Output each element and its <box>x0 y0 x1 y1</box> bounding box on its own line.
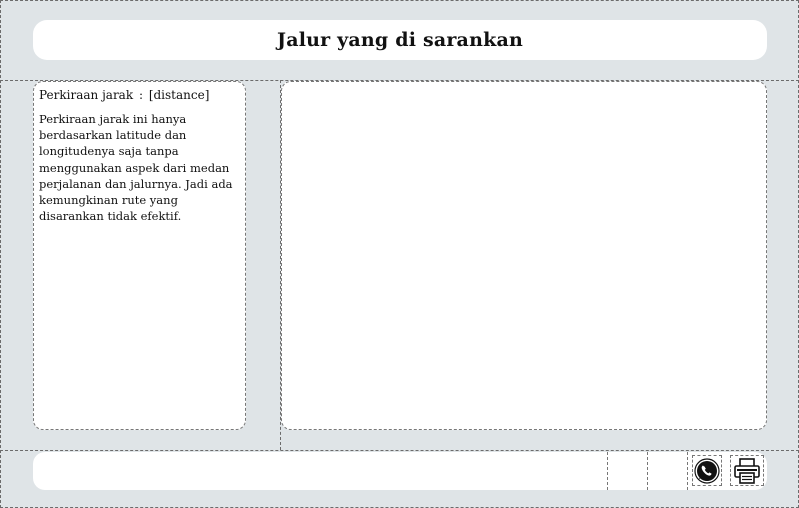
distance-separator: : <box>138 88 143 102</box>
distance-line: Perkiraan jarak : [distance] <box>39 88 209 102</box>
page-title: Jalur yang di sarankan <box>277 29 523 51</box>
footer-bar <box>33 452 767 490</box>
print-button[interactable] <box>730 455 764 486</box>
printer-icon <box>732 457 762 485</box>
distance-disclaimer: Perkiraan jarak ini hanya berdasarkan la… <box>39 112 233 224</box>
whatsapp-icon <box>694 457 720 484</box>
share-whatsapp-button[interactable] <box>692 455 722 486</box>
footer-cell-divider <box>687 452 688 490</box>
page-header: Jalur yang di sarankan <box>33 20 767 60</box>
route-map-panel[interactable] <box>281 81 767 430</box>
distance-label: Perkiraan jarak <box>39 88 134 102</box>
distance-info-panel: Perkiraan jarak : [distance] Perkiraan j… <box>33 81 246 430</box>
footer-divider <box>0 450 799 451</box>
distance-value: [distance] <box>148 88 210 102</box>
footer-cell-divider <box>647 452 648 490</box>
footer-cell-divider <box>607 452 608 490</box>
